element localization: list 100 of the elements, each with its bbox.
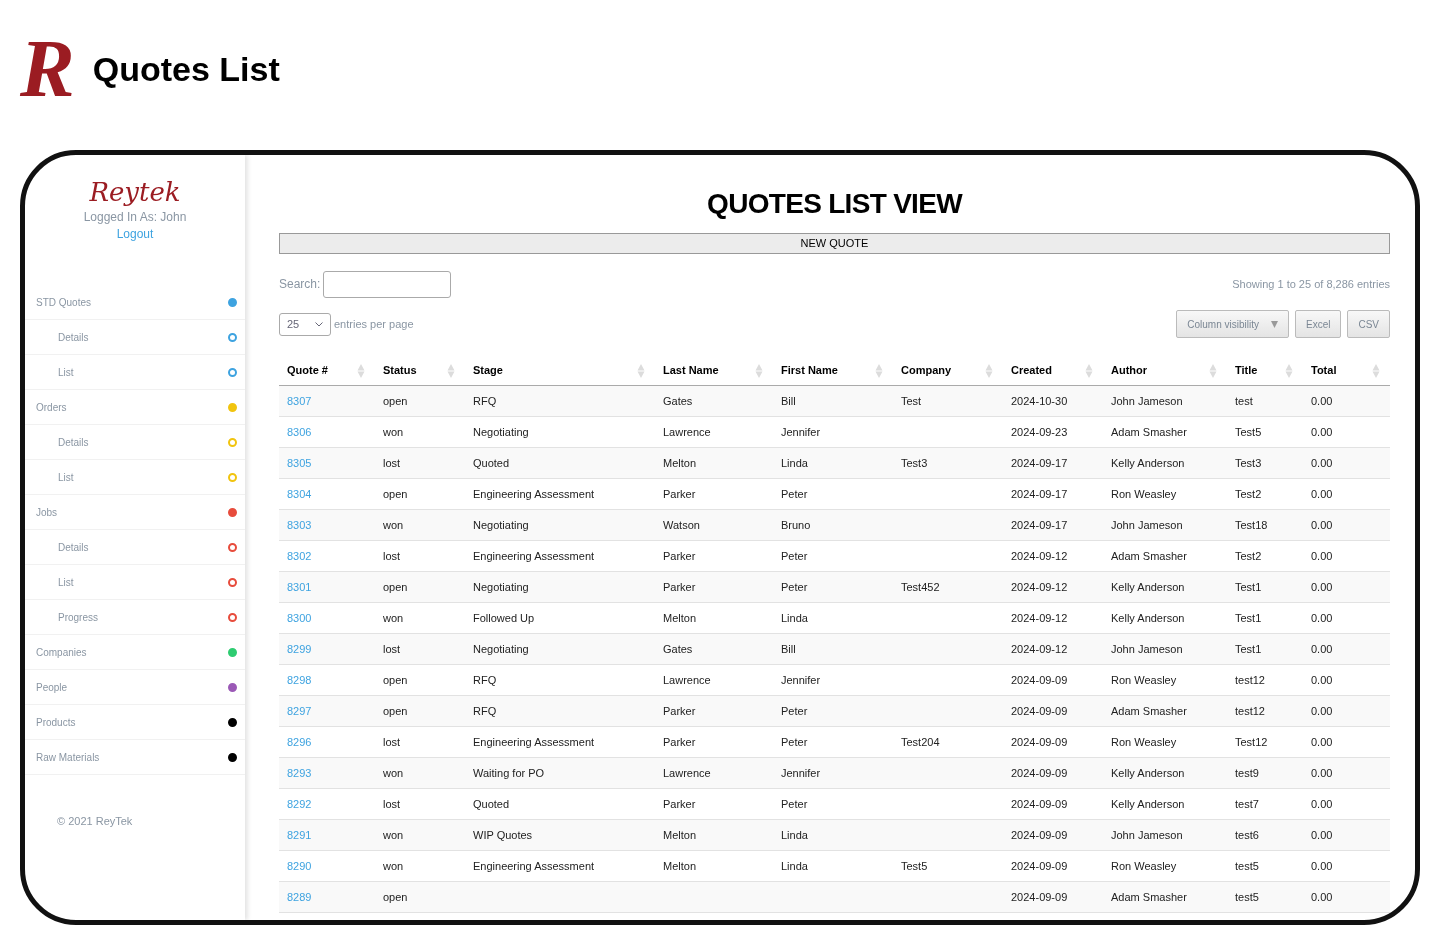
table-cell-text: won [383,827,404,843]
table-cell-text: Engineering Assessment [473,486,595,502]
table-cell-text: Kelly Anderson [1111,455,1185,471]
page-size-select[interactable]: 25 [279,312,331,336]
quote-link[interactable]: 8298 [287,671,312,689]
quote-link[interactable]: 8306 [287,423,312,441]
table-cell-text: 2024-09-09 [1011,796,1068,812]
quote-link[interactable]: 8289 [287,888,312,906]
table-cell-text: test5 [1235,889,1259,905]
table-cell-text: Melton [663,610,697,626]
column-header[interactable]: First Name [773,356,893,385]
search-field[interactable] [323,270,452,298]
quote-link[interactable]: 8292 [287,795,312,813]
sort-icon [447,362,455,379]
table-cell-text: open [383,889,408,905]
sort-icon [755,362,763,379]
table-cell-text: Kelly Anderson [1111,610,1185,626]
column-header[interactable]: Total [1303,356,1390,385]
export-button[interactable]: Excel [1295,310,1342,338]
table-cell-text: 0.00 [1311,548,1333,564]
table-cell-text: Melton [663,858,697,874]
quote-link[interactable]: 8302 [287,547,312,565]
table-cell-text: Parker [663,486,696,502]
quote-link[interactable]: 8293 [287,764,312,782]
table-cell-text: Test5 [901,858,928,874]
quote-link[interactable]: 8303 [287,516,312,534]
sidebar-item[interactable]: STD Quotes [25,285,245,320]
table-cell-text: Ron Weasley [1111,734,1177,750]
quote-link[interactable]: 8297 [287,702,312,720]
table-cell-text: Adam Smasher [1111,548,1187,564]
column-header[interactable]: Author [1103,356,1227,385]
logout-link[interactable]: Logout [116,225,154,243]
sidebar-item[interactable]: Details [25,530,245,565]
new-quote-button[interactable]: NEW QUOTE [279,233,1390,254]
column-visibility-button[interactable]: Column visibility [1176,310,1289,338]
quote-link[interactable]: 8307 [287,392,312,410]
logo: R [20,28,75,110]
column-header[interactable]: Quote # [279,356,375,385]
view-title: QUOTES LIST VIEW [706,187,964,221]
sidebar-item[interactable]: Jobs [25,495,245,530]
sort-icon [637,362,645,379]
quote-link[interactable]: 8291 [287,826,312,844]
table-cell-text: 0.00 [1311,796,1333,812]
table-cell-text: open [383,672,408,688]
sidebar-item[interactable]: List [25,355,245,390]
quote-link[interactable]: 8305 [287,454,312,472]
quote-link[interactable]: 8296 [287,733,312,751]
sidebar-item[interactable]: Products [25,705,245,740]
sidebar-item[interactable]: Orders [25,390,245,425]
table-cell-text: 0.00 [1311,455,1333,471]
quote-link[interactable]: 8299 [287,640,312,658]
table-cell-text: won [383,858,404,874]
column-header[interactable]: Title [1227,356,1303,385]
table-cell-text: Test [901,393,922,409]
table-cell-text: 2024-09-09 [1011,765,1068,781]
table-cell-text: 0.00 [1311,486,1333,502]
table-cell-text: RFQ [473,703,497,719]
sidebar-item[interactable]: People [25,670,245,705]
table-cell-text: Test1 [1235,610,1262,626]
table-cell-text: Kelly Anderson [1111,765,1185,781]
table-cell-text: 2024-10-30 [1011,393,1068,409]
table-cell-text: 2024-09-09 [1011,889,1068,905]
sort-icon [875,362,883,379]
table-cell-text: 0.00 [1311,424,1333,440]
sidebar-item[interactable]: Companies [25,635,245,670]
table-cell-text: 0.00 [1311,765,1333,781]
table-cell-text: Engineering Assessment [473,858,595,874]
quote-link[interactable]: 8300 [287,609,312,627]
table-cell-text: Peter [781,703,808,719]
table-cell-text: John Jameson [1111,393,1183,409]
table-cell-text: lost [383,796,401,812]
copyright-text: © 2021 ReyTek [57,814,134,829]
sidebar-item[interactable]: List [25,460,245,495]
table-cell-text: Parker [663,703,696,719]
column-header[interactable]: Stage [465,356,655,385]
sidebar-item[interactable]: Raw Materials [25,740,245,775]
sidebar-item[interactable]: Details [25,320,245,355]
column-header[interactable]: Created [1003,356,1103,385]
table-cell-text: Test452 [901,579,940,595]
column-header[interactable]: Status [375,356,465,385]
sidebar-item[interactable]: Progress [25,600,245,635]
column-header[interactable]: Last Name [655,356,773,385]
sidebar-item[interactable]: Details [25,425,245,460]
table-cell-text: John Jameson [1111,641,1183,657]
table-cell-text: Test1 [1235,579,1262,595]
table-cell-text: 2024-09-09 [1011,703,1068,719]
quote-link[interactable]: 8301 [287,578,312,596]
column-header[interactable]: Company [893,356,1003,385]
quote-link[interactable]: 8304 [287,485,312,503]
quote-link[interactable]: 8290 [287,857,312,875]
table-cell-text: Kelly Anderson [1111,579,1185,595]
table-cell-text: Bill [781,641,796,657]
table-cell-text: 2024-09-09 [1011,827,1068,843]
table-cell-text: Peter [781,796,808,812]
table-cell-text: 0.00 [1311,734,1333,750]
table-cell-text: Test3 [1235,455,1262,471]
brand-logo: Reytek [89,176,181,209]
sidebar-item[interactable]: List [25,565,245,600]
table-cell-text: John Jameson [1111,827,1183,843]
export-button[interactable]: CSV [1347,310,1390,338]
